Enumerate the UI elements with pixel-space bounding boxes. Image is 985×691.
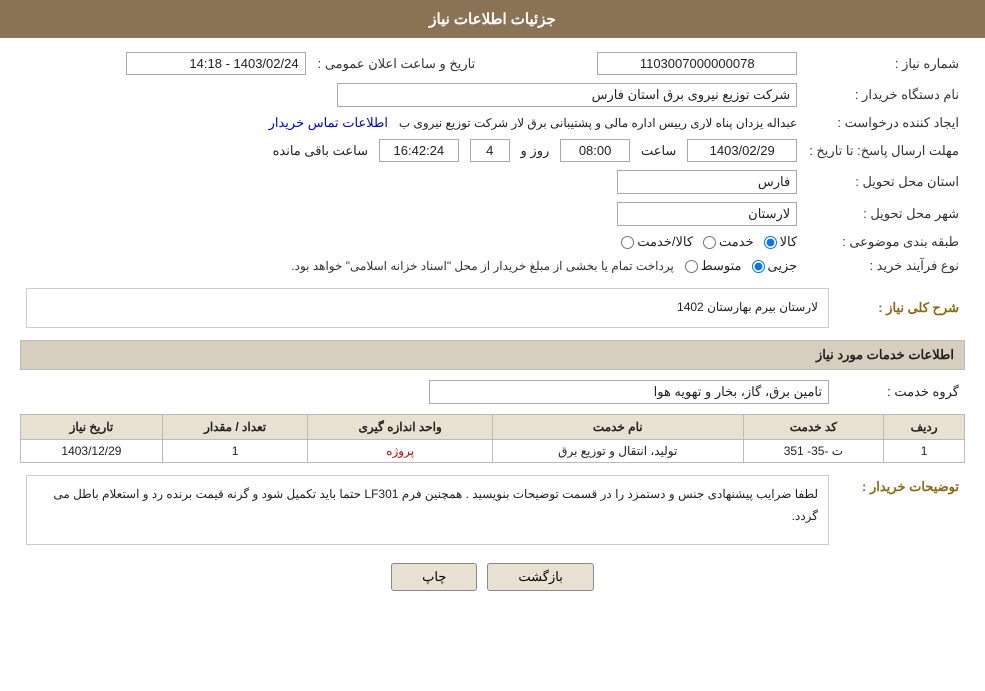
navae-motavasset-item: متوسط <box>685 258 742 274</box>
table-row: 1ت -35- 351تولید، انتقال و توزیع برقپروژ… <box>21 440 965 463</box>
col-header-unit: واحد اندازه گیری <box>308 415 493 440</box>
tabaqe-kala-item: کالا <box>764 234 798 250</box>
col-header-radif: ردیف <box>884 415 965 440</box>
tabaqe-group: کالا/خدمت خدمت کالا <box>621 234 797 250</box>
navae-motavasset-radio[interactable] <box>685 260 698 273</box>
shomara-niaz-value: 1103007000000078 <box>597 52 797 75</box>
navae-desc: پرداخت تمام یا بخشی از مبلغ خریدار از مح… <box>291 259 674 273</box>
tabaqe-khedmat-radio[interactable] <box>703 236 716 249</box>
cell-count: 1 <box>162 440 308 463</box>
mohlat-date: 1403/02/29 <box>687 139 797 162</box>
cell-name: تولید، انتقال و توزیع برق <box>492 440 743 463</box>
tabaqe-khedmat-label: خدمت <box>719 234 754 250</box>
mohlat-mande-label: ساعت باقی مانده <box>273 143 368 158</box>
tabaqe-label: طبقه بندی موضوعی : <box>803 230 965 254</box>
tawzihat-value: لطفا ضرایب پیشنهادی جنس و دستمزد را در ق… <box>26 475 829 545</box>
ostan-value: فارس <box>617 170 797 194</box>
nam-dastgah-label: نام دستگاه خریدار : <box>803 79 965 111</box>
contact-link[interactable]: اطلاعات تماس خریدار <box>269 115 388 130</box>
navae-jozi-radio[interactable] <box>752 260 765 273</box>
services-table: ردیف کد خدمت نام خدمت واحد اندازه گیری ت… <box>20 414 965 463</box>
shahr-label: شهر محل تحویل : <box>803 198 965 230</box>
khadamat-header: اطلاعات خدمات مورد نیاز <box>20 340 965 370</box>
tarikh-elan-value: 1403/02/24 - 14:18 <box>126 52 306 75</box>
mohlat-rooz-label: روز و <box>521 143 550 158</box>
col-header-count: تعداد / مقدار <box>162 415 308 440</box>
mohlat-mande: 16:42:24 <box>379 139 459 162</box>
tabaqe-khedmat-item: خدمت <box>703 234 754 250</box>
navae-label: نوع فرآیند خرید : <box>803 254 965 278</box>
sharh-section-label: شرح کلی نیاز : <box>835 284 965 332</box>
navae-jozi-label: جزیی <box>768 258 798 274</box>
tabaqe-kala-khedmat-radio[interactable] <box>621 236 634 249</box>
goroh-label: گروه خدمت : <box>835 376 965 408</box>
cell-date: 1403/12/29 <box>21 440 163 463</box>
col-header-date: تاریخ نیاز <box>21 415 163 440</box>
goroh-value: تامین برق، گاز، بخار و تهویه هوا <box>429 380 829 404</box>
tabaqe-kala-khedmat-item: کالا/خدمت <box>621 234 693 250</box>
shahr-value: لارستان <box>617 202 797 226</box>
sharh-value: لارستان بیرم بهارستان 1402 <box>26 288 829 328</box>
navae-jozi-item: جزیی <box>752 258 798 274</box>
mohlat-label: مهلت ارسال پاسخ: تا تاریخ : <box>803 135 965 166</box>
page-title: جزئیات اطلاعات نیاز <box>429 11 556 28</box>
tabaqe-kala-radio[interactable] <box>764 236 777 249</box>
tabaqe-kala-label: کالا <box>780 234 798 250</box>
ijad-label: ایجاد کننده درخواست : <box>803 111 965 135</box>
mohlat-saat-label: ساعت <box>641 143 676 158</box>
mohlat-rooz: 4 <box>470 139 510 162</box>
col-header-name: نام خدمت <box>492 415 743 440</box>
cell-radif: 1 <box>884 440 965 463</box>
back-button[interactable]: بازگشت <box>487 563 593 591</box>
button-row: بازگشت چاپ <box>20 563 965 591</box>
cell-code: ت -35- 351 <box>743 440 884 463</box>
mohlat-saat: 08:00 <box>560 139 630 162</box>
ijad-value: عبداله یزدان پناه لاری رییس اداره مالی و… <box>399 116 797 130</box>
col-header-code: کد خدمت <box>743 415 884 440</box>
navae-group: متوسط جزیی <box>685 258 798 274</box>
shomara-niaz-label: شماره نیاز : <box>803 48 965 79</box>
ostan-label: استان محل تحویل : <box>803 166 965 198</box>
navae-motavasset-label: متوسط <box>701 258 742 274</box>
page-header: جزئیات اطلاعات نیاز <box>0 0 985 38</box>
tarikh-elan-label: تاریخ و ساعت اعلان عمومی : <box>312 48 482 79</box>
cell-unit: پروژه <box>308 440 493 463</box>
tawzihat-label: توضیحات خریدار : <box>835 471 965 549</box>
tabaqe-kala-khedmat-label: کالا/خدمت <box>637 234 693 250</box>
nam-dastgah-value: شرکت توزیع نیروی برق استان فارس <box>337 83 797 107</box>
print-button[interactable]: چاپ <box>391 563 477 591</box>
